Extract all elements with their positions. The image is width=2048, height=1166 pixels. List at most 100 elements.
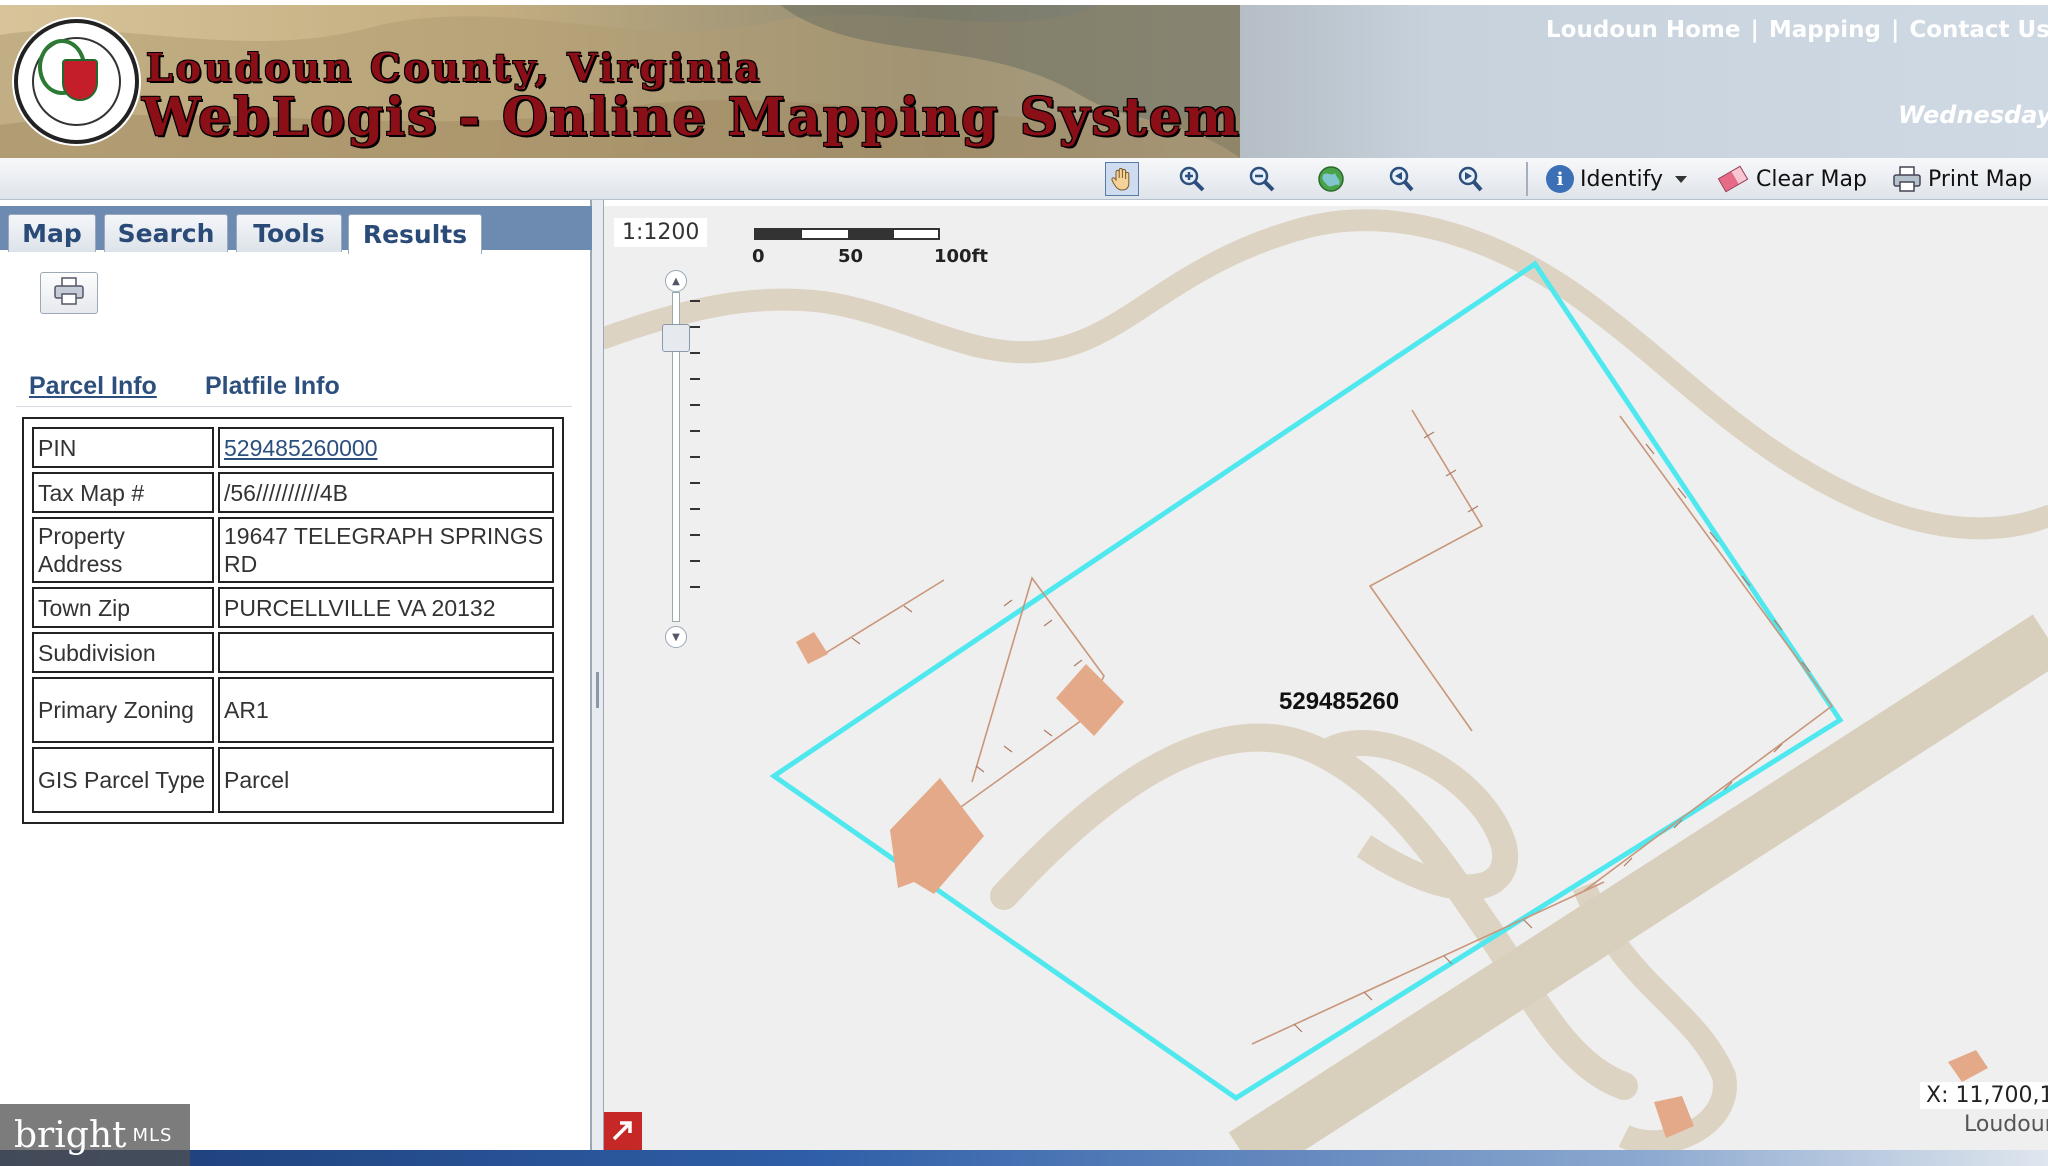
zoom-down-arrow-icon[interactable]: ▼ bbox=[665, 626, 687, 648]
table-row: Property Address 19647 TELEGRAPH SPRINGS… bbox=[32, 517, 554, 583]
banner-title-line2: WebLogis - Online Mapping System bbox=[142, 87, 1241, 148]
pan-hand-icon bbox=[1105, 162, 1139, 196]
row-key-property-address: Property Address bbox=[32, 517, 214, 583]
full-extent-globe-icon bbox=[1314, 162, 1348, 196]
zoom-tick bbox=[690, 378, 700, 380]
row-key-pin: PIN bbox=[32, 427, 214, 468]
zoom-tick bbox=[690, 456, 700, 458]
row-key-tax-map: Tax Map # bbox=[32, 472, 214, 513]
zoom-tick bbox=[690, 586, 700, 588]
next-extent-icon bbox=[1453, 162, 1487, 196]
info-icon: i bbox=[1546, 165, 1574, 193]
chevron-down-icon bbox=[1675, 175, 1688, 183]
next-extent-button[interactable] bbox=[1453, 162, 1487, 196]
zoom-slider[interactable]: ▲ ▼ bbox=[662, 270, 700, 650]
bottom-strip bbox=[0, 1150, 2048, 1166]
app-window: Loudoun County, Virginia WebLogis - Onli… bbox=[0, 0, 2048, 1166]
print-results-button[interactable] bbox=[40, 272, 98, 314]
table-row: Subdivision bbox=[32, 632, 554, 673]
tab-search[interactable]: Search bbox=[104, 214, 228, 252]
row-value-tax-map: /56//////////4B bbox=[218, 472, 554, 513]
row-value-primary-zoning: AR1 bbox=[218, 677, 554, 743]
zoom-in-button[interactable] bbox=[1175, 162, 1209, 196]
coordinate-readout: X: 11,700,1 bbox=[1920, 1082, 2048, 1109]
watermark-brand: bright bbox=[14, 1114, 127, 1156]
scalebar-label-100ft: 100ft bbox=[934, 246, 989, 267]
pin-link[interactable]: 529485260000 bbox=[224, 435, 378, 461]
header-banner: Loudoun County, Virginia WebLogis - Onli… bbox=[0, 5, 2048, 158]
table-row: Town Zip PURCELLVILLE VA 20132 bbox=[32, 587, 554, 628]
expand-overview-button[interactable] bbox=[604, 1112, 642, 1152]
row-key-gis-parcel-type: GIS Parcel Type bbox=[32, 747, 214, 813]
map-scalebar: 0 50 100ft bbox=[752, 228, 1014, 268]
parcel-id-label: 529485260 bbox=[1279, 688, 1400, 715]
toolbar-divider bbox=[1526, 162, 1528, 196]
map-canvas[interactable] bbox=[604, 206, 2048, 1156]
parcel-info-table: PIN 529485260000 Tax Map # /56//////////… bbox=[22, 417, 564, 824]
identify-label: Identify bbox=[1580, 166, 1664, 192]
row-value-property-address: 19647 TELEGRAPH SPRINGS RD bbox=[218, 517, 554, 583]
zoom-tick bbox=[690, 326, 700, 328]
clear-map-button[interactable]: Clear Map bbox=[1717, 162, 1867, 196]
printer-icon bbox=[1892, 165, 1922, 193]
tab-tools[interactable]: Tools bbox=[236, 214, 342, 252]
row-key-town-zip: Town Zip bbox=[32, 587, 214, 628]
loudoun-home-link[interactable]: Loudoun Home bbox=[1546, 17, 1740, 43]
expand-arrow-icon bbox=[610, 1117, 636, 1147]
previous-extent-icon bbox=[1384, 162, 1418, 196]
splitter-grip[interactable] bbox=[596, 672, 599, 708]
row-key-subdivision: Subdivision bbox=[32, 632, 214, 673]
zoom-up-arrow-icon[interactable]: ▲ bbox=[665, 270, 687, 292]
zoom-tick bbox=[690, 404, 700, 406]
left-panel: Map Search Tools Results Parcel Info Pla… bbox=[0, 200, 592, 1156]
tab-map[interactable]: Map bbox=[8, 214, 96, 252]
table-row: Tax Map # /56//////////4B bbox=[32, 472, 554, 513]
panel-splitter[interactable] bbox=[592, 200, 604, 1156]
table-row: GIS Parcel Type Parcel bbox=[32, 747, 554, 813]
row-value-gis-parcel-type: Parcel bbox=[218, 747, 554, 813]
mapping-link[interactable]: Mapping bbox=[1769, 17, 1881, 43]
table-row: Primary Zoning AR1 bbox=[32, 677, 554, 743]
zoom-tick bbox=[690, 508, 700, 510]
map-toolbar: i Identify Clear Map Print Map bbox=[0, 158, 2048, 200]
parcel-info-link[interactable]: Parcel Info bbox=[29, 372, 157, 401]
print-map-button[interactable]: Print Map bbox=[1892, 162, 2032, 196]
banner-title-line1: Loudoun County, Virginia bbox=[146, 45, 763, 90]
print-map-label: Print Map bbox=[1928, 166, 2033, 192]
zoom-out-button[interactable] bbox=[1245, 162, 1279, 196]
table-row: PIN 529485260000 bbox=[32, 427, 554, 468]
contact-us-link[interactable]: Contact Us bbox=[1909, 17, 2048, 43]
previous-extent-button[interactable] bbox=[1384, 162, 1418, 196]
zoom-slider-handle[interactable] bbox=[662, 324, 690, 352]
bright-mls-watermark: bright MLS bbox=[0, 1104, 190, 1166]
row-value-town-zip: PURCELLVILLE VA 20132 bbox=[218, 587, 554, 628]
row-value-subdivision bbox=[218, 632, 554, 673]
scalebar-label-50: 50 bbox=[838, 246, 864, 267]
zoom-tick bbox=[690, 430, 700, 432]
row-key-primary-zoning: Primary Zoning bbox=[32, 677, 214, 743]
row-value-pin: 529485260000 bbox=[218, 427, 554, 468]
full-extent-button[interactable] bbox=[1314, 162, 1348, 196]
panel-tabbar: Map Search Tools Results bbox=[0, 206, 592, 254]
scalebar-label-0: 0 bbox=[752, 246, 765, 267]
zoom-out-icon bbox=[1245, 162, 1279, 196]
date-display: Wednesday, bbox=[1898, 101, 2048, 129]
zoom-tick bbox=[690, 482, 700, 484]
zoom-tick bbox=[690, 560, 700, 562]
county-seal-logo[interactable] bbox=[14, 19, 139, 144]
parcel-table: PIN 529485260000 Tax Map # /56//////////… bbox=[28, 423, 558, 817]
eraser-icon bbox=[1717, 165, 1749, 193]
printer-icon bbox=[53, 276, 85, 310]
zoom-tick bbox=[690, 534, 700, 536]
info-divider bbox=[16, 406, 572, 407]
tab-results[interactable]: Results bbox=[348, 214, 482, 254]
identify-dropdown-button[interactable]: i Identify bbox=[1546, 162, 1688, 196]
map-view[interactable]: 1:1200 0 50 100ft ▲ ▼ 529485260 X: 11,70… bbox=[604, 206, 2048, 1156]
map-scale-ratio: 1:1200 bbox=[614, 218, 708, 247]
pan-button[interactable] bbox=[1105, 162, 1139, 196]
watermark-suffix: MLS bbox=[132, 1124, 173, 1146]
link-separator: | bbox=[1890, 17, 1900, 43]
platfile-info-link[interactable]: Platfile Info bbox=[205, 372, 340, 401]
clear-map-label: Clear Map bbox=[1756, 166, 1867, 192]
zoom-tick bbox=[690, 352, 700, 354]
